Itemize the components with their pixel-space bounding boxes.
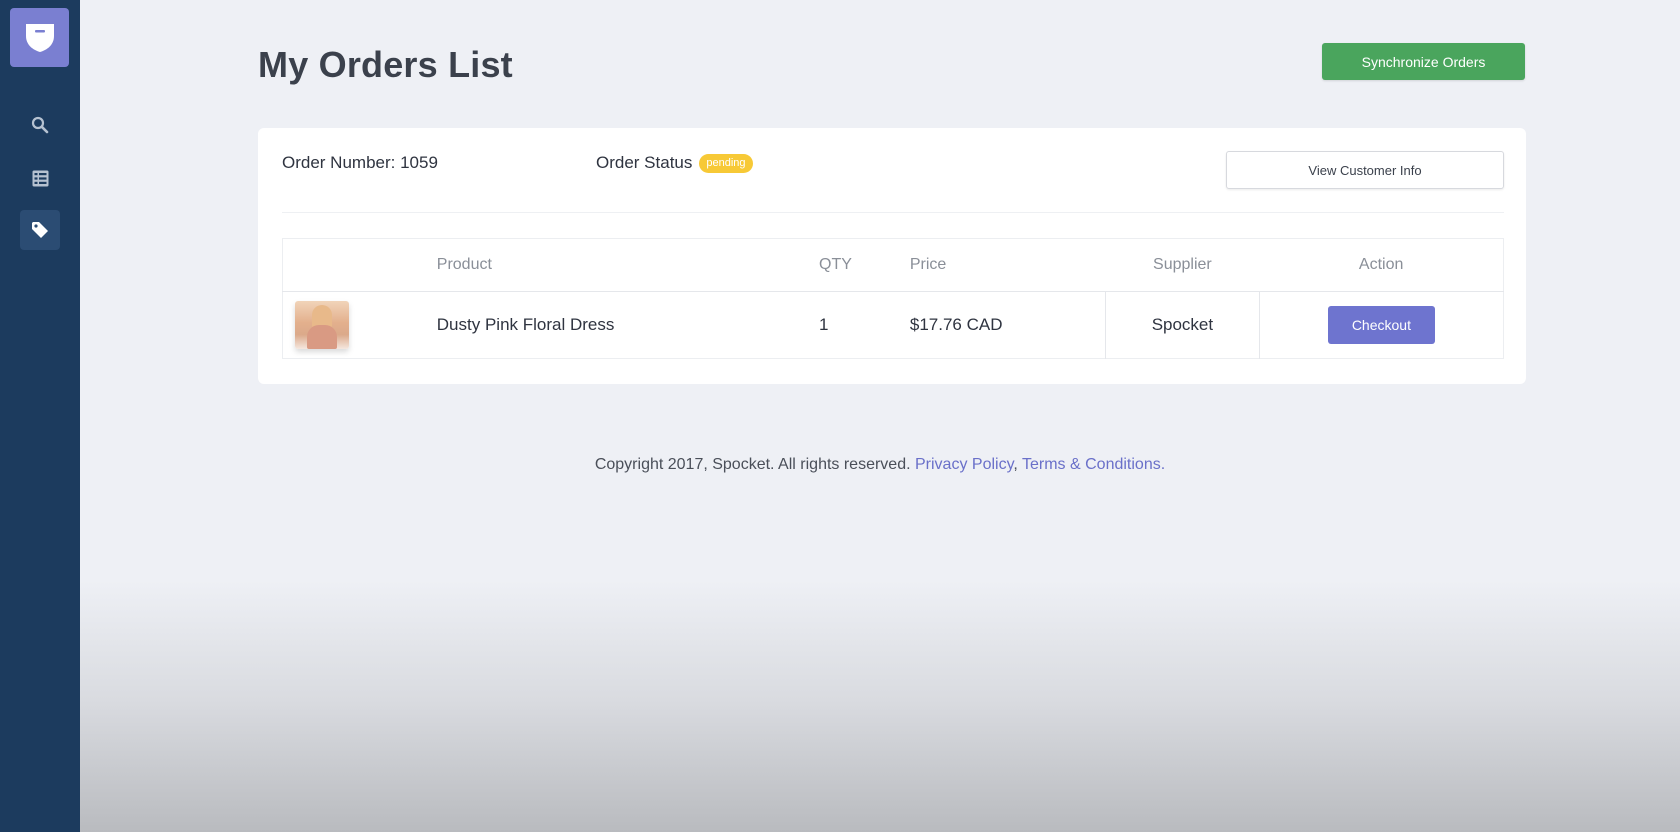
product-name: Dusty Pink Floral Dress [436, 315, 615, 334]
sidebar [0, 0, 80, 832]
product-supplier: Spocket [1105, 291, 1260, 359]
column-header-qty: QTY [819, 238, 910, 292]
column-header-product: Product [436, 238, 819, 292]
order-number: Order Number: 1059 [282, 153, 438, 172]
column-header-supplier: Supplier [1105, 238, 1260, 292]
app-root: My Orders List Synchronize Orders Order … [0, 0, 1680, 832]
product-image-cell [283, 292, 437, 359]
view-customer-info-button[interactable]: View Customer Info [1226, 151, 1504, 189]
order-card: Order Number: 1059 Order Status pending … [258, 128, 1526, 384]
privacy-policy-link[interactable]: Privacy Policy [915, 456, 1013, 473]
page-title: My Orders List [258, 44, 513, 85]
sidebar-item-search[interactable] [20, 105, 60, 145]
action-cell: Checkout [1258, 291, 1504, 359]
sidebar-item-orders[interactable] [20, 158, 60, 198]
sidebar-item-tags[interactable] [20, 210, 60, 250]
column-header-action: Action [1259, 238, 1504, 292]
divider [282, 212, 1504, 213]
column-header-image [282, 238, 437, 292]
shield-logo-icon[interactable] [10, 8, 69, 67]
table-row: Dusty Pink Floral Dress 1 $17.76 CAD Spo… [283, 291, 1504, 359]
copyright-text: Copyright 2017, Spocket. All rights rese… [594, 456, 911, 473]
product-price: $17.76 CAD [909, 315, 1003, 334]
tag-icon [31, 221, 49, 239]
table-header-row: Product QTY Price Supplier Action [282, 238, 1504, 292]
search-icon [31, 116, 49, 134]
terms-conditions-link[interactable]: Terms & Conditions. [1022, 456, 1165, 473]
synchronize-orders-button[interactable]: Synchronize Orders [1322, 43, 1525, 80]
product-thumbnail[interactable] [295, 301, 349, 349]
order-items-table: Product QTY Price Supplier Action Dusty … [282, 238, 1504, 359]
column-header-price: Price [909, 238, 1106, 292]
order-status-label: Order Status [596, 153, 693, 172]
status-badge: pending [699, 153, 753, 173]
checkout-button[interactable]: Checkout [1327, 306, 1435, 344]
order-status: Order Status pending [596, 153, 753, 173]
footer: Copyright 2017, Spocket. All rights rese… [0, 456, 1680, 474]
list-icon [32, 170, 49, 187]
footer-separator: , [1013, 456, 1018, 473]
product-qty: 1 [819, 315, 829, 334]
